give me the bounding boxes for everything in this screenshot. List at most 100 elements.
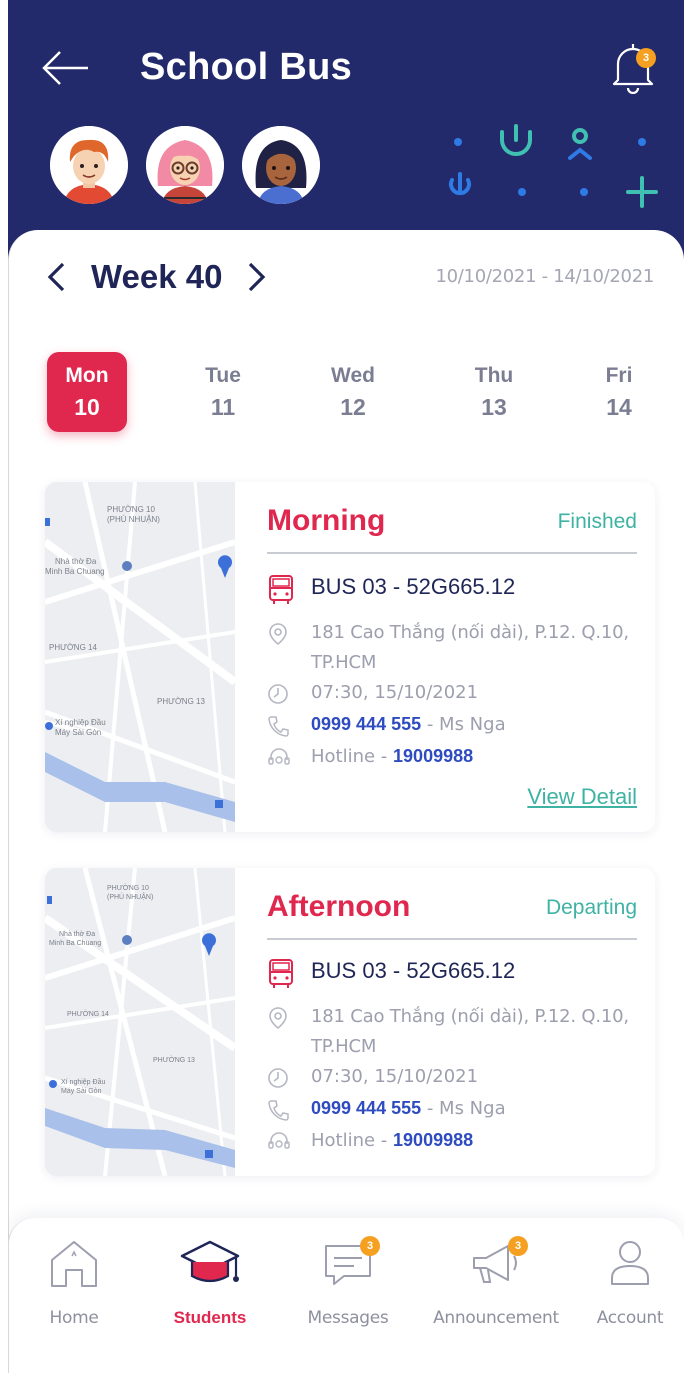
view-detail-link[interactable]: View Detail <box>527 784 637 810</box>
trip-card-afternoon: PHƯỜNG 10 (PHÚ NHUẬN) Nhà thờ Đa Minh Ba… <box>45 868 655 1176</box>
avatar-student-girl-glasses[interactable] <box>146 126 224 204</box>
back-arrow-icon <box>42 51 88 85</box>
chevron-left-icon[interactable] <box>45 261 67 293</box>
svg-text:(PHÚ NHUẬN): (PHÚ NHUẬN) <box>107 892 153 901</box>
location-pin-icon <box>269 1007 287 1030</box>
hotline-link[interactable]: 19009988 <box>393 1130 473 1150</box>
nav-announcement[interactable]: 3 Announcement <box>431 1236 561 1328</box>
svg-text:(PHÚ NHUẬN): (PHÚ NHUẬN) <box>107 515 160 524</box>
pickup-address: 181 Cao Thắng (nối dài), P.12. Q.10, TP.… <box>311 622 629 673</box>
day-name: Fri <box>605 364 633 387</box>
home-icon <box>51 1241 97 1287</box>
date-range: 10/10/2021 - 14/10/2021 <box>435 266 654 287</box>
route-map[interactable]: PHƯỜNG 10 (PHÚ NHUẬN) Nhà thờ Đa Minh Ba… <box>45 868 235 1176</box>
driver-phone-link[interactable]: 0999 444 555 <box>311 1098 421 1118</box>
nav-label: Home <box>49 1308 99 1328</box>
day-number: 12 <box>340 394 366 420</box>
driver-phone-link[interactable]: 0999 444 555 <box>311 714 421 734</box>
day-number: 13 <box>481 394 507 420</box>
content-panel: Week 40 10/10/2021 - 14/10/2021 Mon 10 T… <box>8 230 684 1373</box>
time-row: 07:30, 15/10/2021 <box>267 682 637 706</box>
address-row: 181 Cao Thắng (nối dài), P.12. Q.10, TP.… <box>267 618 637 678</box>
trip-card-morning: PHƯỜNG 10 (PHÚ NHUẬN) Nhà thờ Đa Minh Ba… <box>45 482 655 832</box>
nav-home[interactable]: Home <box>9 1236 139 1328</box>
divider <box>267 552 637 554</box>
svg-text:PHƯỜNG 10: PHƯỜNG 10 <box>107 505 155 514</box>
svg-text:PHƯỜNG 13: PHƯỜNG 13 <box>153 1055 195 1064</box>
driver-name: - Ms Nga <box>421 714 506 735</box>
day-number: 14 <box>606 394 632 420</box>
messages-badge: 3 <box>360 1236 380 1256</box>
back-button[interactable] <box>40 48 92 88</box>
svg-text:Máy Sài Gòn: Máy Sài Gòn <box>55 728 101 737</box>
svg-text:Nhà thờ Đa: Nhà thờ Đa <box>55 557 97 566</box>
bus-icon <box>269 575 293 604</box>
pickup-time: 07:30, 15/10/2021 <box>311 1066 479 1087</box>
nav-messages[interactable]: 3 Messages <box>283 1236 413 1328</box>
svg-text:PHƯỜNG 14: PHƯỜNG 14 <box>67 1009 109 1018</box>
page-title: School Bus <box>140 46 353 88</box>
bus-icon <box>269 959 293 988</box>
day-fri[interactable]: Fri 14 <box>579 352 659 432</box>
time-row: 07:30, 15/10/2021 <box>267 1066 637 1090</box>
location-pin-icon <box>269 623 287 646</box>
announcement-badge: 3 <box>508 1236 528 1256</box>
svg-text:PHƯỜNG 13: PHƯỜNG 13 <box>157 697 205 706</box>
nav-account[interactable]: Account <box>565 1236 684 1328</box>
day-name: Tue <box>205 364 241 387</box>
bus-row: BUS 03 - 52G665.12 <box>267 958 637 990</box>
week-selector: Week 40 <box>45 258 268 296</box>
day-wed[interactable]: Wed 12 <box>313 352 393 432</box>
svg-text:Xí nghiệp Đầu: Xí nghiệp Đầu <box>61 1077 105 1086</box>
avatar-student-girl[interactable] <box>242 126 320 204</box>
hotline-row: Hotline - 19009988 <box>267 746 637 770</box>
bus-number: BUS 03 - 52G665.12 <box>311 574 516 599</box>
nav-label: Account <box>596 1308 664 1328</box>
trip-status: Finished <box>557 510 637 533</box>
trip-title: Morning <box>267 504 386 537</box>
svg-text:Xí nghiệp Đầu: Xí nghiệp Đầu <box>55 718 106 727</box>
bell-icon <box>612 44 654 95</box>
svg-text:Minh Ba Chuang: Minh Ba Chuang <box>49 940 101 947</box>
bus-row: BUS 03 - 52G665.12 <box>267 574 637 606</box>
headset-icon <box>268 1132 290 1149</box>
nav-label: Messages <box>307 1308 389 1328</box>
nav-label: Students <box>173 1308 247 1327</box>
day-name: Thu <box>474 364 514 387</box>
headset-icon <box>268 748 290 765</box>
nav-students[interactable]: Students <box>145 1236 275 1328</box>
map-image: PHƯỜNG 10 (PHÚ NHUẬN) Nhà thờ Đa Minh Ba… <box>45 482 235 832</box>
svg-text:Nhà thờ Đa: Nhà thờ Đa <box>59 931 95 938</box>
clock-icon <box>268 684 288 704</box>
pickup-address: 181 Cao Thắng (nối dài), P.12. Q.10, TP.… <box>311 1006 629 1057</box>
decorative-pattern <box>449 124 658 208</box>
student-avatars <box>50 126 320 204</box>
chevron-right-icon[interactable] <box>246 261 268 293</box>
day-tue[interactable]: Tue 11 <box>183 352 263 432</box>
bus-number: BUS 03 - 52G665.12 <box>311 958 516 983</box>
phone-row: 0999 444 555 - Ms Nga <box>267 714 637 738</box>
hotline-link[interactable]: 19009988 <box>393 746 473 766</box>
clock-icon <box>268 1068 288 1088</box>
address-row: 181 Cao Thắng (nối dài), P.12. Q.10, TP.… <box>267 1002 637 1062</box>
day-name: Wed <box>331 364 375 387</box>
day-number: 11 <box>210 394 236 420</box>
day-number: 10 <box>74 394 100 420</box>
notification-button[interactable]: 3 <box>604 36 664 95</box>
map-image: PHƯỜNG 10 (PHÚ NHUẬN) Nhà thờ Đa Minh Ba… <box>45 868 235 1176</box>
route-map[interactable]: PHƯỜNG 10 (PHÚ NHUẬN) Nhà thờ Đa Minh Ba… <box>45 482 235 832</box>
day-mon[interactable]: Mon 10 <box>47 352 127 432</box>
avatar-student-boy[interactable] <box>50 126 128 204</box>
week-label: Week 40 <box>91 258 223 295</box>
phone-icon <box>268 716 289 737</box>
svg-text:PHƯỜNG 14: PHƯỜNG 14 <box>49 643 97 652</box>
trip-status: Departing <box>545 896 637 919</box>
svg-text:PHƯỜNG 10: PHƯỜNG 10 <box>107 883 149 892</box>
day-name: Mon <box>65 364 109 387</box>
user-icon <box>611 1241 649 1285</box>
svg-text:Minh Ba Chuang: Minh Ba Chuang <box>45 567 105 576</box>
divider <box>267 938 637 940</box>
driver-name: - Ms Nga <box>421 1098 506 1119</box>
day-thu[interactable]: Thu 13 <box>454 352 534 432</box>
svg-text:Máy Sài Gòn: Máy Sài Gòn <box>61 1088 102 1095</box>
